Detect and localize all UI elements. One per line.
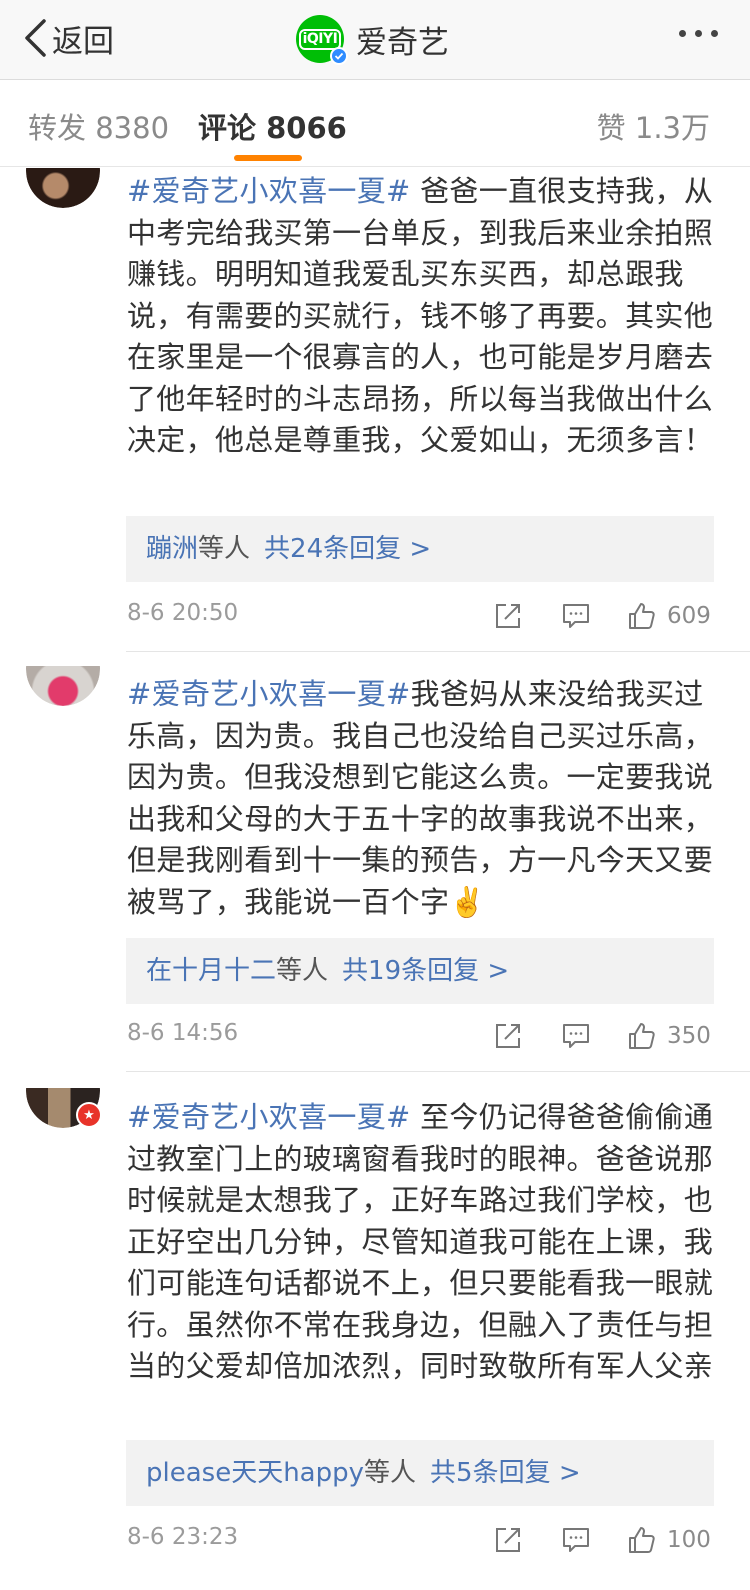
share-icon — [496, 1024, 520, 1048]
comment-meta: 8-6 23:23 100 — [127, 1520, 717, 1560]
share-icon — [496, 604, 520, 628]
like-button[interactable]: 100 — [627, 1520, 711, 1560]
account-header[interactable]: iQIYI 爱奇艺 — [296, 13, 449, 65]
reply-user-name[interactable]: 蹦洲 — [146, 534, 198, 564]
topic-link[interactable]: #爱奇艺小欢喜一夏# — [127, 174, 411, 208]
reply-suffix: 等人 — [198, 534, 251, 564]
comment-time: 8-6 14:56 — [127, 1020, 239, 1046]
reply-summary[interactable]: 蹦洲等人 共24条回复 > — [126, 516, 714, 582]
page-title: 爱奇艺 — [356, 24, 449, 61]
tab-repost[interactable]: 转发 8380 — [28, 105, 169, 147]
share-icon — [496, 1528, 520, 1552]
comment-meta: 8-6 14:56 350 — [127, 1016, 717, 1056]
reply-user-name[interactable]: 在十月十二 — [146, 956, 276, 986]
share-button[interactable] — [493, 1016, 523, 1056]
chevron-left-icon — [25, 19, 46, 57]
like-count: 100 — [667, 1527, 711, 1553]
comment-time: 8-6 20:50 — [127, 600, 239, 626]
comment-time: 8-6 23:23 — [127, 1524, 239, 1550]
like-count: 350 — [667, 1023, 711, 1049]
tab-bar: 转发 8380 评论 8066 赞 1.3万 — [0, 81, 750, 167]
reply-count-link[interactable]: 共5条回复 > — [430, 1458, 581, 1488]
comment-text: #爱奇艺小欢喜一夏# 爸爸一直很支持我，从中考完给我买第一台单反，到我后来业余拍… — [127, 171, 717, 462]
more-dots-icon[interactable] — [679, 30, 718, 37]
like-button[interactable]: 350 — [627, 1016, 711, 1056]
reply-button[interactable] — [561, 1520, 591, 1560]
iqiyi-logo-avatar: iQIYI — [296, 15, 348, 65]
thumbs-up-icon — [629, 603, 655, 629]
reply-count-link[interactable]: 共24条回复 > — [264, 534, 431, 564]
back-label: 返回 — [52, 23, 114, 60]
thumbs-up-icon — [629, 1023, 655, 1049]
reply-count-link[interactable]: 共19条回复 > — [342, 956, 509, 986]
reply-summary[interactable]: 在十月十二等人 共19条回复 > — [126, 938, 714, 1004]
reply-button[interactable] — [561, 596, 591, 636]
thumbs-up-icon — [629, 1527, 655, 1553]
tab-like[interactable]: 赞 1.3万 — [597, 105, 710, 147]
reply-user-name[interactable]: please天天happy — [146, 1458, 364, 1488]
comment-icon — [563, 604, 589, 628]
comment-body: 我爸妈从来没给我买过乐高，因为贵。我自己也没给自己买过乐高，因为贵。但我没想到它… — [127, 677, 714, 919]
divider — [126, 1071, 750, 1072]
comment-text: #爱奇艺小欢喜一夏# 至今仍记得爸爸偷偷通过教室门上的玻璃窗看我时的眼神。爸爸说… — [127, 1097, 717, 1388]
verified-badge-icon — [330, 47, 348, 65]
like-button[interactable]: 609 — [627, 596, 711, 636]
avatar[interactable] — [26, 666, 100, 706]
divider — [126, 651, 750, 652]
comment-icon — [563, 1024, 589, 1048]
logo-text: iQIYI — [298, 28, 342, 50]
share-button[interactable] — [493, 596, 523, 636]
comment-meta: 8-6 20:50 609 — [127, 596, 717, 636]
like-count: 609 — [667, 603, 711, 629]
topic-link[interactable]: #爱奇艺小欢喜一夏# — [127, 1100, 411, 1134]
avatar[interactable] — [26, 168, 100, 208]
reply-button[interactable] — [561, 1016, 591, 1056]
reply-suffix: 等人 — [276, 956, 329, 986]
navigation-bar: 返回 iQIYI 爱奇艺 — [0, 0, 750, 80]
topic-link[interactable]: #爱奇艺小欢喜一夏# — [127, 677, 411, 711]
reply-suffix: 等人 — [364, 1458, 417, 1488]
active-tab-indicator — [234, 155, 302, 161]
reply-summary[interactable]: please天天happy等人 共5条回复 > — [126, 1440, 714, 1506]
member-badge-icon: ★ — [76, 1102, 102, 1128]
comment-body: 爸爸一直很支持我，从中考完给我买第一台单反，到我后来业余拍照赚钱。明明知道我爱乱… — [127, 174, 714, 457]
comment-icon — [563, 1528, 589, 1552]
tab-comment[interactable]: 评论 8066 — [198, 105, 347, 147]
back-button[interactable]: 返回 — [22, 14, 114, 62]
comment-text: #爱奇艺小欢喜一夏#我爸妈从来没给我买过乐高，因为贵。我自己也没给自己买过乐高，… — [127, 674, 717, 923]
share-button[interactable] — [493, 1520, 523, 1560]
comment-body: 至今仍记得爸爸偷偷通过教室门上的玻璃窗看我时的眼神。爸爸说那时候就是太想我了，正… — [127, 1100, 714, 1383]
